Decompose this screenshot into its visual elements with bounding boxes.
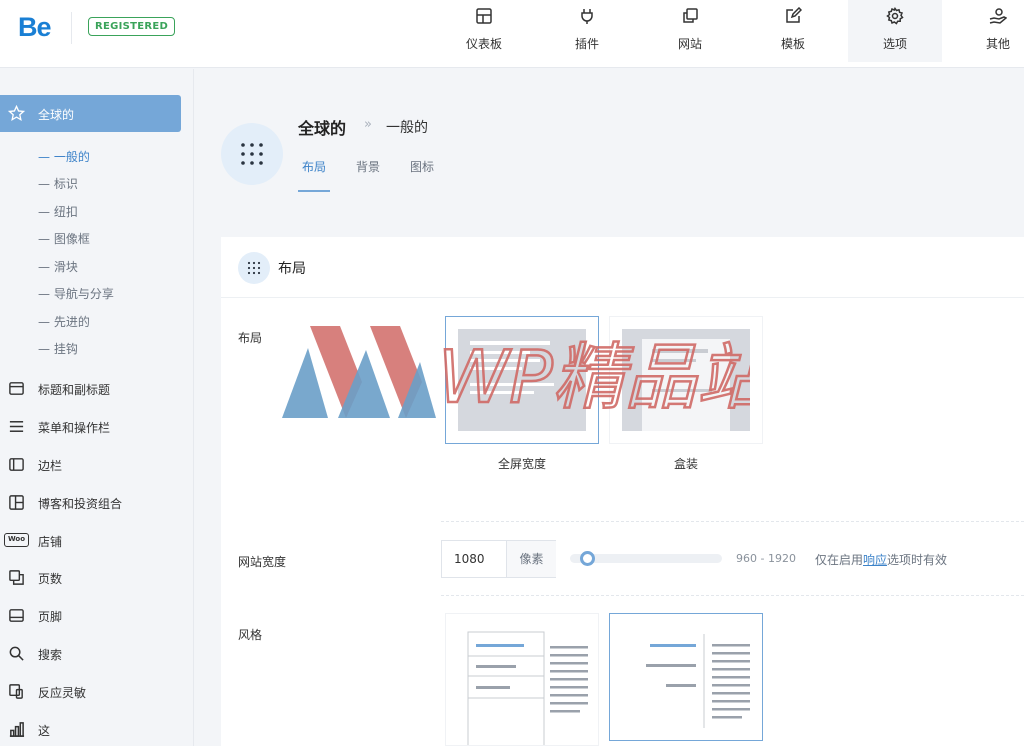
nav-other[interactable]: 其他 [951,0,1024,62]
logo[interactable]: Be [18,12,52,43]
nav-dashboard[interactable]: 仪表板 [437,0,531,62]
style-label: 风格 [238,628,263,642]
card-title: 布局 [278,261,306,277]
style-option-1[interactable] [445,613,599,746]
responsive-link[interactable]: 响应 [863,553,887,567]
nav-label: 插件 [574,37,599,51]
layout-option-full-width[interactable] [445,316,599,444]
template-icon [786,7,802,23]
page-icon [221,123,283,185]
sidebar-subitem-buttons[interactable]: — 纽扣 [38,203,78,220]
footer-icon [9,609,24,622]
row-divider [441,521,1024,522]
gear-icon [886,7,904,25]
layout-label: 布局 [238,331,263,345]
dots-grid-icon [247,261,261,275]
chart-icon [9,722,25,737]
sidebar-item-blog[interactable]: 博客和投资组合 [0,493,194,513]
search-icon [9,646,24,661]
star-icon [8,105,25,121]
nav-websites[interactable]: 网站 [643,0,737,62]
nav-label: 其他 [985,37,1010,51]
sidebar-subitem-hooks[interactable]: — 挂钩 [38,340,78,357]
boxed-preview [622,329,750,431]
row-divider [441,595,1024,596]
pages-icon [9,570,24,585]
nav-plugins[interactable]: 插件 [540,0,634,62]
site-width-unit: 像素 [506,541,556,577]
top-bar: Be REGISTERED 仪表板 插件 网站 模板 选项 其他 [0,0,1024,68]
layout-option-boxed[interactable] [609,316,763,444]
card-icon [238,252,270,284]
nav-templates[interactable]: 模板 [746,0,840,62]
sidebar-item-footer[interactable]: 页脚 [0,606,194,626]
style-preview-2 [646,634,750,728]
style-preview-1 [467,631,588,746]
tab-background[interactable]: 背景 [356,158,380,175]
woo-icon: Woo [4,533,29,547]
registered-badge: REGISTERED [88,17,176,36]
nav-label: 选项 [882,37,907,51]
tab-icons[interactable]: 图标 [410,158,434,175]
sidebar-subitem-logo[interactable]: — 标识 [38,175,78,192]
sidebar-icon [9,458,24,471]
sidebar-subitem-image-frame[interactable]: — 图像框 [38,230,90,247]
divider [71,12,72,44]
full-width-preview [458,329,586,431]
sidebar-item-label: 全球的 [38,108,75,122]
sidebar-item-analytics[interactable]: 这 [0,720,194,740]
user-hand-icon [989,8,1007,24]
layout-option-caption: 全屏宽度 [497,457,546,471]
sidebar-item-header[interactable]: 标题和副标题 [0,379,194,399]
nav-label: 网站 [677,37,702,51]
websites-icon [683,8,698,23]
plug-icon [581,9,593,24]
responsive-icon [9,684,23,699]
slider-handle[interactable] [580,551,595,566]
sidebar-item-responsive[interactable]: 反应灵敏 [0,682,194,702]
site-width-value[interactable]: 1080 [454,552,485,566]
sidebar-subitem-general[interactable]: — 一般的 [38,148,90,165]
slider-range: 960 - 1920 [736,552,796,565]
sidebar-item-search[interactable]: 搜索 [0,644,194,664]
sidebar-item-sidebar[interactable]: 边栏 [0,455,194,475]
menu-icon [9,421,24,432]
sidebar: 全球的 — 一般的 — 标识 — 纽扣 — 图像框 — 滑块 — 导航与分享 —… [0,69,194,746]
tab-layout[interactable]: 布局 [302,158,326,175]
layout-card: 布局 布局 全屏宽度 盒装 网站宽度 1080 像素 960 - 1920 仅在… [221,237,1024,746]
tab-active-indicator [298,190,330,192]
card-header: 布局 [221,237,1024,298]
breadcrumb-current: 一般的 [386,120,428,136]
dots-grid-icon [241,143,263,165]
breadcrumb-main[interactable]: 全球的 [298,115,346,139]
dashboard-icon [476,8,492,24]
header-icon [9,382,24,395]
breadcrumb-separator: » [364,117,372,132]
sidebar-item-pages[interactable]: 页数 [0,568,194,588]
nav-label: 模板 [780,37,805,51]
site-width-hint: 仅在启用响应选项时有效 [815,553,948,567]
nav-label: 仪表板 [465,37,502,51]
site-width-label: 网站宽度 [238,555,287,569]
nav-options[interactable]: 选项 [848,0,942,62]
grid-icon [9,495,24,510]
sidebar-item-menu[interactable]: 菜单和操作栏 [0,417,194,437]
sidebar-item-global[interactable]: 全球的 [0,95,181,132]
site-width-input[interactable]: 1080 像素 [441,540,556,578]
sidebar-subitem-advanced[interactable]: — 先进的 [38,313,90,330]
sidebar-subitem-nav-share[interactable]: — 导航与分享 [38,285,114,302]
sidebar-subitem-slider[interactable]: — 滑块 [38,258,78,275]
style-option-2[interactable] [609,613,763,741]
layout-option-caption: 盒装 [673,457,698,471]
sidebar-item-shop[interactable]: Woo 店铺 [0,531,194,551]
